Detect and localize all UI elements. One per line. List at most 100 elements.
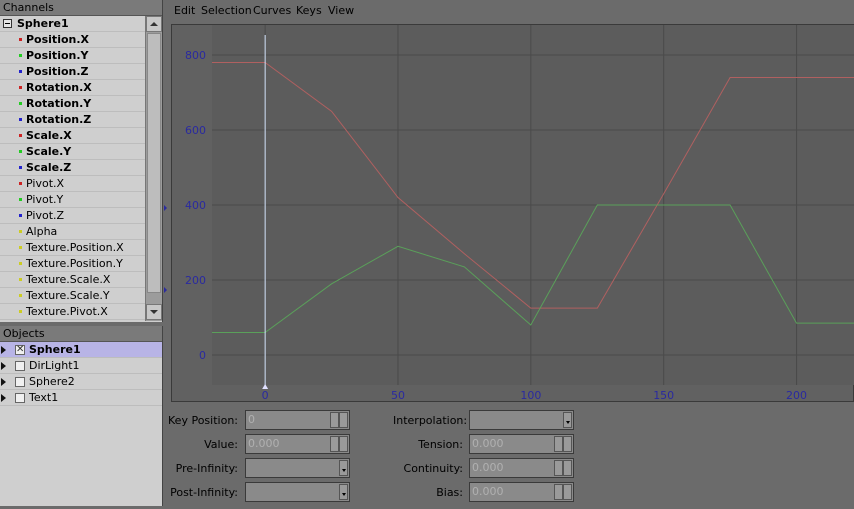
channel-label: Texture.Scale.X — [26, 273, 111, 286]
channels-panel: Channels Sphere1 Position.X Position.Y Pos… — [0, 0, 163, 322]
channel-item[interactable]: Rotation.X — [0, 80, 145, 96]
key-position-spinner[interactable] — [330, 412, 348, 428]
channel-item[interactable]: Texture.Position.Y — [0, 256, 145, 272]
chevron-down-icon[interactable] — [563, 412, 572, 428]
y-tick-label: 0 — [199, 349, 206, 362]
continuity-field[interactable]: 0.000 — [469, 458, 574, 478]
channel-label: Rotation.Z — [26, 113, 92, 126]
value-spinner[interactable] — [330, 436, 348, 452]
channels-list[interactable]: Sphere1 Position.X Position.Y Position.Z Ro… — [0, 16, 145, 321]
key-position-value: 0 — [248, 413, 255, 426]
channel-label: Scale.X — [26, 129, 72, 142]
channel-color-icon — [19, 278, 22, 281]
channel-color-icon — [19, 310, 22, 313]
channel-item[interactable]: Position.X — [0, 32, 145, 48]
visibility-checkbox[interactable] — [15, 393, 25, 403]
channel-item[interactable]: Rotation.Z — [0, 112, 145, 128]
object-item[interactable]: Text1 — [0, 390, 162, 406]
channel-label: Scale.Y — [26, 145, 72, 158]
channel-item[interactable]: Alpha — [0, 224, 145, 240]
channel-item[interactable]: Texture.Scale.Y — [0, 288, 145, 304]
expand-arrow-icon[interactable] — [1, 378, 6, 386]
collapse-icon[interactable] — [3, 19, 12, 28]
scroll-down-button[interactable] — [146, 304, 162, 320]
menu-selection[interactable]: Selection — [201, 4, 252, 17]
menu-curves[interactable]: Curves — [253, 4, 291, 17]
channels-scrollbar[interactable] — [145, 16, 162, 321]
arrow-up-icon — [150, 22, 158, 26]
value-value: 0.000 — [248, 437, 280, 450]
channel-color-icon — [19, 86, 22, 89]
object-label: Sphere1 — [29, 343, 81, 356]
channel-color-icon — [19, 166, 22, 169]
tension-field[interactable]: 0.000 — [469, 434, 574, 454]
value-field[interactable]: 0.000 — [245, 434, 350, 454]
channel-label: Rotation.Y — [26, 97, 92, 110]
bias-field[interactable]: 0.000 — [469, 482, 574, 502]
channels-header: Channels — [0, 0, 162, 16]
channel-item[interactable]: Texture.Scale.X — [0, 272, 145, 288]
scroll-up-button[interactable] — [146, 16, 162, 32]
arrow-down-icon — [150, 310, 158, 314]
channel-item[interactable]: Scale.Y — [0, 144, 145, 160]
channel-item[interactable]: Rotation.Y — [0, 96, 145, 112]
channel-label: Alpha — [26, 225, 58, 238]
objects-list[interactable]: Sphere1 DirLight1 Sphere2 Text1 — [0, 342, 162, 406]
visibility-checkbox[interactable] — [15, 361, 25, 371]
channel-color-icon — [19, 102, 22, 105]
x-tick-label: 100 — [520, 389, 541, 402]
channel-root-label: Sphere1 — [17, 17, 69, 30]
scroll-thumb[interactable] — [147, 33, 161, 293]
channel-color-icon — [19, 230, 22, 233]
pre-infinity-label: Pre-Infinity: — [175, 462, 238, 475]
chevron-down-icon[interactable] — [339, 484, 348, 500]
channel-color-icon — [19, 198, 22, 201]
curve-graph[interactable]: 0 200 400 600 800 0 50 100 150 200 — [171, 24, 854, 402]
tension-label: Tension: — [418, 438, 463, 451]
menu-view[interactable]: View — [328, 4, 354, 17]
expand-arrow-icon[interactable] — [1, 362, 6, 370]
chevron-down-icon[interactable] — [339, 460, 348, 476]
bias-label: Bias: — [436, 486, 463, 499]
post-infinity-dropdown[interactable] — [245, 482, 350, 502]
channel-item[interactable]: Texture.Position.X — [0, 240, 145, 256]
channel-item[interactable]: Pivot.Z — [0, 208, 145, 224]
bias-value: 0.000 — [472, 485, 504, 498]
tension-spinner[interactable] — [554, 436, 572, 452]
object-item[interactable]: Sphere2 — [0, 374, 162, 390]
expand-arrow-icon[interactable] — [1, 394, 6, 402]
object-item[interactable]: DirLight1 — [0, 358, 162, 374]
channel-root[interactable]: Sphere1 — [0, 16, 145, 32]
key-properties-panel: Key Position: 0 Value: 0.000 Pre-Infinit… — [168, 406, 854, 506]
tension-value: 0.000 — [472, 437, 504, 450]
channel-label: Scale.Z — [26, 161, 72, 174]
channel-item[interactable]: Pivot.X — [0, 176, 145, 192]
channel-color-icon — [19, 246, 22, 249]
channel-item[interactable]: Position.Y — [0, 48, 145, 64]
curve-graph-canvas[interactable]: 0 200 400 600 800 0 50 100 150 200 — [172, 25, 854, 403]
channel-item[interactable]: Pivot.Y — [0, 192, 145, 208]
channel-color-icon — [19, 118, 22, 121]
pre-infinity-dropdown[interactable] — [245, 458, 350, 478]
channel-color-icon — [19, 182, 22, 185]
bias-spinner[interactable] — [554, 484, 572, 500]
channel-color-icon — [19, 38, 22, 41]
continuity-spinner[interactable] — [554, 460, 572, 476]
channel-item[interactable]: Scale.X — [0, 128, 145, 144]
channel-color-icon — [19, 150, 22, 153]
visibility-checkbox[interactable] — [15, 377, 25, 387]
expand-arrow-icon[interactable] — [1, 346, 6, 354]
menu-keys[interactable]: Keys — [296, 4, 322, 17]
channel-label: Position.X — [26, 33, 90, 46]
object-item[interactable]: Sphere1 — [0, 342, 162, 358]
channel-item[interactable]: Scale.Z — [0, 160, 145, 176]
channel-item[interactable]: Position.Z — [0, 64, 145, 80]
key-position-field[interactable]: 0 — [245, 410, 350, 430]
objects-header: Objects — [0, 326, 162, 342]
visibility-checkbox[interactable] — [15, 342, 25, 358]
object-label: Text1 — [29, 391, 59, 404]
interpolation-dropdown[interactable] — [469, 410, 574, 430]
continuity-value: 0.000 — [472, 461, 504, 474]
channel-item[interactable]: Texture.Pivot.X — [0, 304, 145, 320]
menu-edit[interactable]: Edit — [174, 4, 195, 17]
